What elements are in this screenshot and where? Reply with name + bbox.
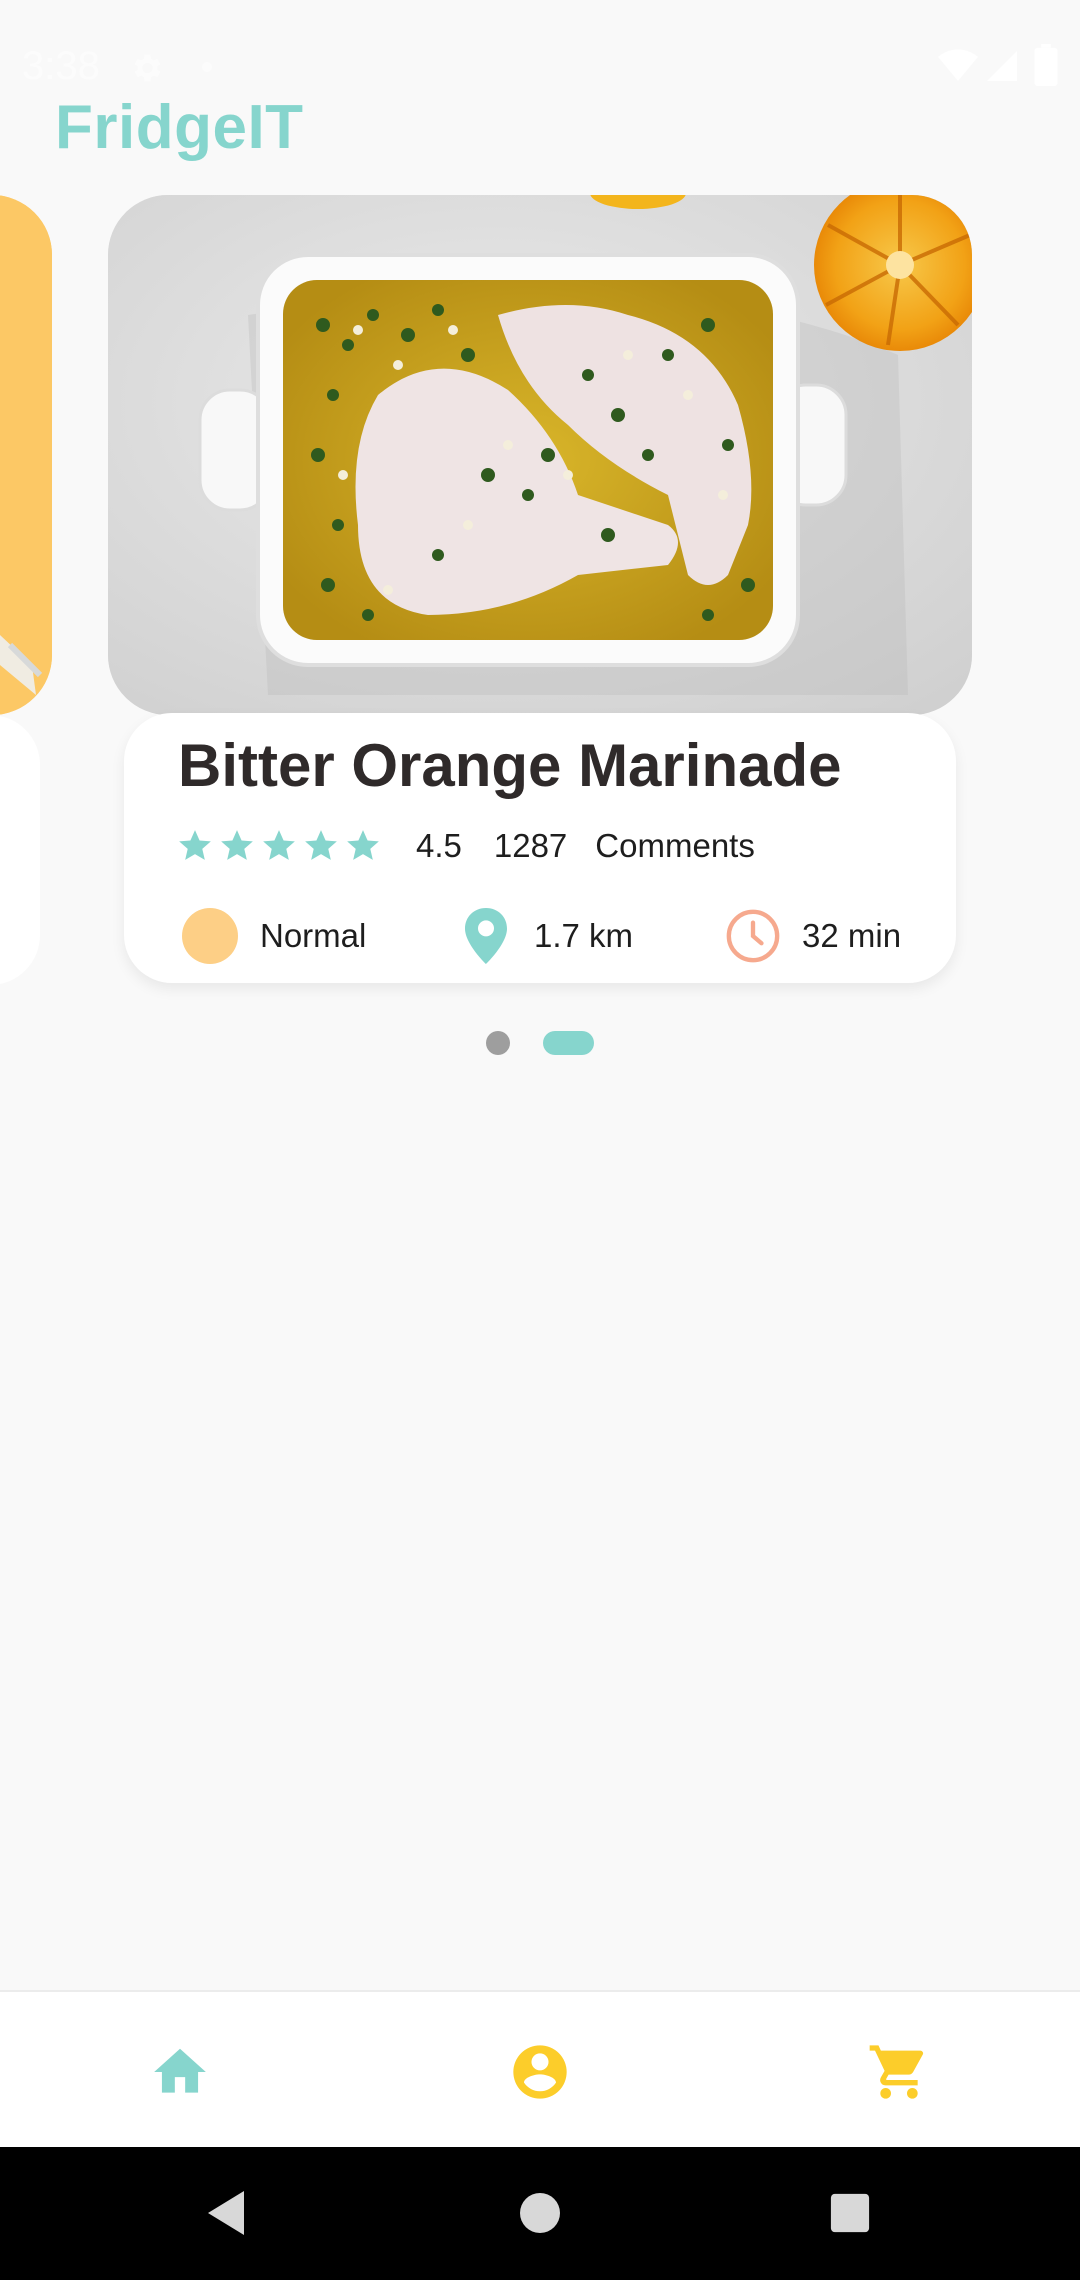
cart-icon — [869, 2045, 924, 2099]
recipe-title: Bitter Orange Marinade — [178, 732, 842, 799]
system-back-button[interactable] — [186, 2173, 266, 2253]
star-icon — [179, 830, 211, 860]
time-label: 32 min — [802, 917, 902, 954]
page-indicator-active[interactable] — [543, 1031, 594, 1055]
star-icon — [347, 830, 379, 860]
status-time: 3:38 — [22, 44, 100, 88]
app-title: FridgeIT — [55, 93, 304, 162]
page-indicator-dot[interactable] — [486, 1031, 510, 1055]
gear-icon — [134, 54, 161, 82]
location-pin-icon — [465, 908, 507, 964]
previous-recipe-image — [0, 195, 52, 715]
difficulty-info: Normal — [182, 903, 366, 969]
comments-label[interactable]: Comments — [595, 827, 755, 865]
recipe-carousel[interactable]: Bitter Orange Marinade 4.5 1287 Comments… — [0, 195, 1080, 995]
signal-icon — [987, 51, 1017, 81]
star-icon — [263, 830, 295, 860]
rating-row: 4.5 1287 Comments — [176, 821, 755, 871]
recipe-image[interactable] — [108, 195, 972, 715]
distance-info: 1.7 km — [462, 903, 633, 969]
difficulty-label: Normal — [260, 917, 367, 954]
system-home-button[interactable] — [500, 2173, 580, 2253]
time-info: 32 min — [724, 903, 901, 969]
system-navigation-bar — [0, 2147, 1080, 2280]
rating-value: 4.5 — [416, 827, 462, 864]
system-recents-button[interactable] — [810, 2173, 890, 2253]
recipe-info-card[interactable]: Bitter Orange Marinade 4.5 1287 Comments… — [124, 713, 956, 983]
star-icon — [305, 830, 337, 860]
battery-icon — [1034, 44, 1058, 86]
back-icon — [208, 2191, 244, 2235]
nav-cart-button[interactable] — [849, 2022, 949, 2122]
difficulty-dot-icon — [182, 908, 238, 964]
star-rating — [176, 827, 386, 865]
recents-icon — [830, 2193, 870, 2233]
distance-label: 1.7 km — [534, 917, 634, 954]
home-circle-icon — [520, 2193, 560, 2233]
recipe-photo — [108, 195, 972, 715]
account-icon — [513, 2045, 567, 2099]
recipe-meta-row: Normal 1.7 km 32 min — [124, 903, 956, 969]
nav-home-button[interactable] — [130, 2022, 230, 2122]
previous-recipe-info[interactable] — [0, 715, 40, 985]
previous-recipe-card[interactable] — [0, 195, 52, 715]
home-icon — [154, 2048, 206, 2093]
wifi-icon — [938, 49, 978, 81]
bottom-navigation — [0, 1990, 1080, 2149]
clock-icon — [726, 909, 780, 963]
app-screen: 3:38 FridgeIT Bitter Orange Marinade 4.5… — [0, 0, 1080, 2280]
star-icon — [221, 830, 253, 860]
nav-profile-button[interactable] — [490, 2022, 590, 2122]
comment-count: 1287 — [493, 827, 568, 864]
dot-icon — [202, 62, 212, 72]
